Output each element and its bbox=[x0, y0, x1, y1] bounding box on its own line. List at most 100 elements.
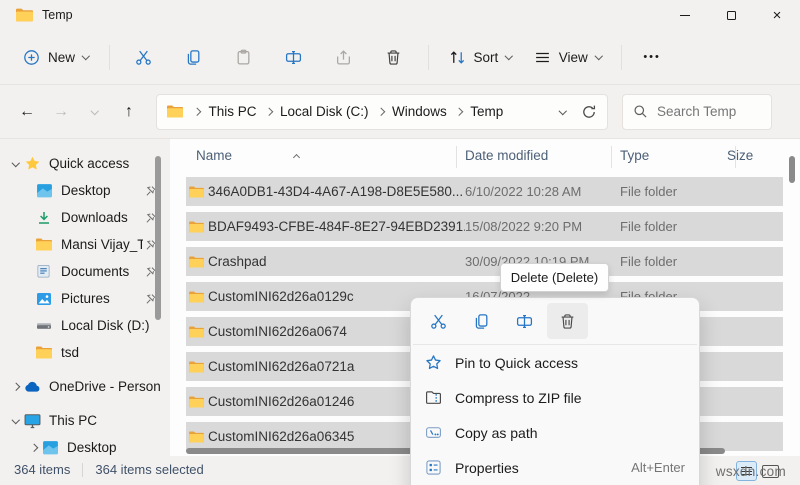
menu-item-shortcut: Alt+Enter bbox=[631, 460, 685, 475]
file-row[interactable]: BDAF9493-CFBE-484F-8E27-94EBD2391... 15/… bbox=[186, 212, 783, 241]
file-row[interactable]: 346A0DB1-43D4-4A67-A198-D8E5E580... 6/10… bbox=[186, 177, 783, 206]
properties-icon bbox=[425, 459, 442, 476]
sidebar-item-local-disk-d[interactable]: Local Disk (D:) bbox=[0, 312, 170, 339]
quick-actions bbox=[411, 298, 699, 344]
menu-item-compress-to-zip[interactable]: Compress to ZIP file bbox=[411, 380, 699, 415]
more-options-button[interactable]: ••• bbox=[631, 51, 673, 63]
delete-menu-button[interactable] bbox=[547, 303, 588, 339]
cut-menu-button[interactable] bbox=[418, 303, 459, 339]
sidebar-item-downloads[interactable]: Downloads bbox=[0, 204, 170, 231]
chevron-right-icon bbox=[192, 107, 201, 116]
folder-icon bbox=[189, 395, 208, 408]
toolbar-separator bbox=[427, 44, 429, 70]
search-box[interactable] bbox=[622, 93, 772, 130]
breadcrumb-item-temp[interactable]: Temp bbox=[468, 104, 505, 119]
vertical-scrollbar[interactable] bbox=[789, 156, 795, 183]
recent-locations-button[interactable] bbox=[78, 95, 112, 129]
document-icon bbox=[36, 264, 53, 279]
menu-item-label: Copy as path bbox=[455, 424, 538, 441]
view-icon bbox=[534, 49, 551, 66]
file-name: BDAF9493-CFBE-484F-8E27-94EBD2391... bbox=[208, 219, 465, 234]
view-label: View bbox=[558, 49, 588, 65]
view-button[interactable]: View bbox=[523, 41, 613, 74]
rename-icon bbox=[516, 313, 533, 330]
copy-menu-button[interactable] bbox=[461, 303, 502, 339]
menu-item-label: Properties bbox=[455, 459, 519, 476]
breadcrumb-item-windows[interactable]: Windows bbox=[390, 104, 449, 119]
column-header-size[interactable]: Size bbox=[727, 144, 753, 168]
sort-ascending-icon bbox=[292, 148, 301, 163]
sidebar-item-onedrive[interactable]: OneDrive - Person bbox=[0, 373, 170, 400]
chevron-right-icon bbox=[454, 107, 463, 116]
close-button[interactable]: × bbox=[754, 0, 800, 30]
back-button[interactable]: ← bbox=[10, 95, 44, 129]
address-bar: ← → ↑ This PC Local Disk (C:) Windows Te… bbox=[0, 85, 800, 139]
breadcrumb[interactable]: This PC Local Disk (C:) Windows Temp bbox=[156, 93, 608, 130]
context-menu: Pin to Quick access Compress to ZIP file… bbox=[410, 297, 700, 485]
sort-button[interactable]: Sort bbox=[438, 41, 523, 74]
breadcrumb-item-this-pc[interactable]: This PC bbox=[207, 104, 259, 119]
folder-icon bbox=[189, 325, 208, 338]
monitor-icon bbox=[24, 413, 41, 429]
sidebar-scrollbar[interactable] bbox=[155, 156, 161, 320]
star-icon bbox=[425, 354, 442, 371]
chevron-right-icon[interactable] bbox=[26, 443, 42, 452]
copy-icon bbox=[473, 313, 490, 330]
delete-button[interactable] bbox=[373, 38, 415, 76]
sidebar-item-pictures[interactable]: Pictures bbox=[0, 285, 170, 312]
address-dropdown-icon[interactable] bbox=[558, 106, 567, 115]
folder-icon bbox=[189, 360, 208, 373]
minimize-button[interactable] bbox=[662, 0, 708, 30]
breadcrumb-item-local-disk-c[interactable]: Local Disk (C:) bbox=[278, 104, 371, 119]
sidebar-item-documents[interactable]: Documents bbox=[0, 258, 170, 285]
sidebar-item-quick-access[interactable]: Quick access bbox=[0, 150, 170, 177]
picture-icon bbox=[36, 292, 53, 306]
toolbar-separator bbox=[621, 44, 623, 70]
up-button[interactable]: ↑ bbox=[112, 95, 146, 129]
folder-icon bbox=[167, 105, 183, 118]
file-row[interactable]: Crashpad 30/09/2022 10:19 PM File folder bbox=[186, 247, 783, 276]
share-button[interactable] bbox=[323, 38, 365, 76]
trash-icon bbox=[559, 313, 576, 330]
cut-button[interactable] bbox=[123, 38, 165, 76]
sidebar-item-desktop[interactable]: Desktop bbox=[0, 177, 170, 204]
rename-icon bbox=[285, 49, 302, 66]
cut-icon bbox=[430, 313, 447, 330]
rename-menu-button[interactable] bbox=[504, 303, 545, 339]
column-header-name[interactable]: Name bbox=[196, 144, 232, 168]
chevron-down-icon[interactable] bbox=[8, 158, 24, 167]
folder-icon bbox=[36, 238, 53, 251]
menu-item-properties[interactable]: Properties Alt+Enter bbox=[411, 450, 699, 485]
chevron-down-icon[interactable] bbox=[8, 415, 24, 424]
maximize-button[interactable] bbox=[708, 0, 754, 30]
search-input[interactable] bbox=[657, 104, 757, 119]
sidebar-item-mansi-vijay[interactable]: Mansi Vijay_T bbox=[0, 231, 170, 258]
column-header-date[interactable]: Date modified bbox=[465, 144, 548, 168]
menu-item-pin-to-quick-access[interactable]: Pin to Quick access bbox=[411, 345, 699, 380]
rename-button[interactable] bbox=[273, 38, 315, 76]
forward-button[interactable]: → bbox=[44, 95, 78, 129]
file-date: 6/10/2022 10:28 AM bbox=[465, 184, 582, 199]
sort-icon bbox=[449, 49, 466, 66]
desktop-icon bbox=[42, 440, 59, 455]
file-type: File folder bbox=[620, 219, 678, 234]
new-button[interactable]: New bbox=[12, 41, 100, 74]
chevron-down-icon bbox=[91, 106, 99, 115]
paste-button[interactable] bbox=[223, 38, 265, 76]
menu-item-copy-as-path[interactable]: Copy as path bbox=[411, 415, 699, 450]
delete-tooltip: Delete (Delete) bbox=[500, 263, 609, 292]
cut-icon bbox=[135, 49, 152, 66]
copy-button[interactable] bbox=[173, 38, 215, 76]
chevron-down-icon bbox=[505, 52, 513, 60]
sidebar-item-this-pc-desktop[interactable]: Desktop bbox=[0, 434, 170, 461]
toolbar-separator bbox=[108, 44, 110, 70]
titlebar: Temp × bbox=[0, 0, 800, 30]
sidebar-item-this-pc[interactable]: This PC bbox=[0, 407, 170, 434]
column-header-type[interactable]: Type bbox=[620, 144, 649, 168]
navigation-pane: Quick access Desktop Downloads Mansi Vij… bbox=[0, 139, 170, 456]
chevron-right-icon[interactable] bbox=[8, 382, 24, 391]
refresh-icon[interactable] bbox=[581, 104, 597, 120]
chevron-down-icon bbox=[81, 52, 90, 60]
copy-path-icon bbox=[425, 424, 442, 441]
sidebar-item-tsd[interactable]: tsd bbox=[0, 339, 170, 366]
